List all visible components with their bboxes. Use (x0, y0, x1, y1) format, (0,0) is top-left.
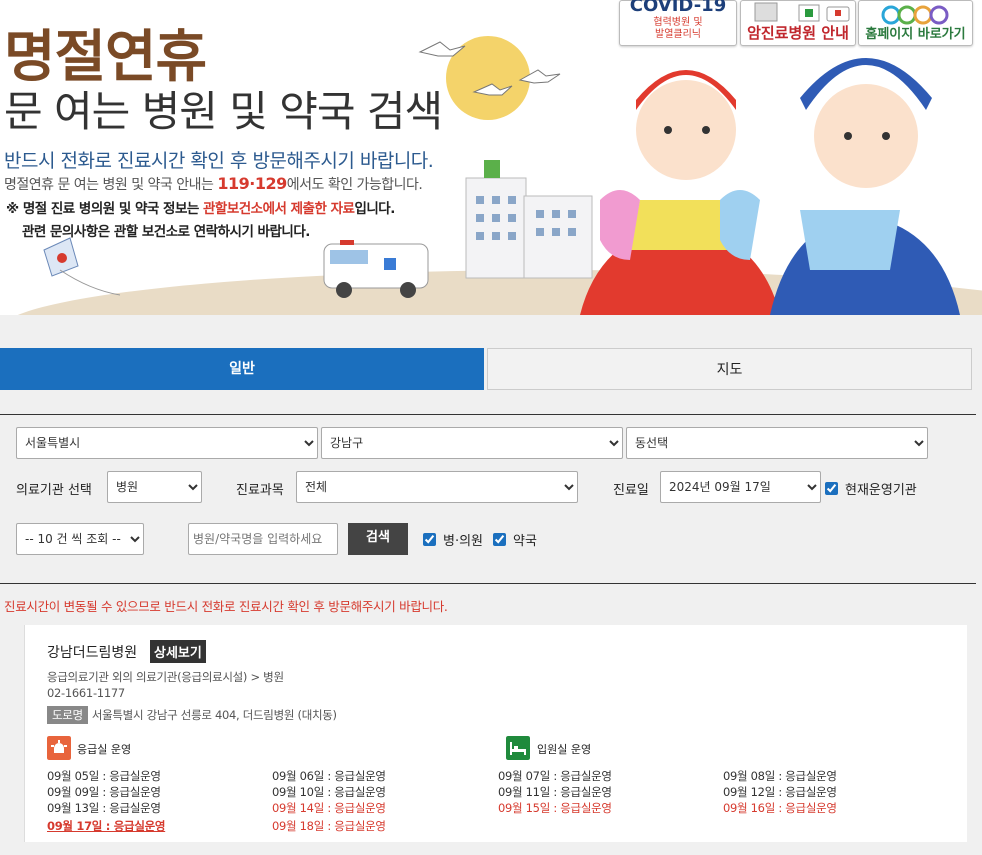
city-select[interactable]: 서울특별시 (16, 427, 318, 459)
ward-bed-icon (506, 736, 530, 760)
schedule-entry: 09월 09일 : 응급실운영 (47, 785, 161, 799)
hours-notice: 진료시간이 변동될 수 있으므로 반드시 전화로 진료시간 확인 후 방문해주시… (4, 599, 448, 614)
date-select[interactable]: 2024년 09월 17일 (660, 471, 821, 503)
banner-source-suffix: 입니다. (354, 201, 395, 217)
covid-link-button[interactable]: COVID-19 협력병원 및 발열클리닉 (619, 0, 737, 46)
banner-subtitle: 문 여는 병원 및 약국 검색 (4, 87, 443, 136)
covid-title: COVID-19 (629, 0, 727, 16)
hospital-check-label: 병·의원 (443, 534, 484, 549)
department-label: 진료과목 (236, 483, 284, 498)
covid-sub-1: 협력병원 및 (653, 17, 703, 28)
road-address-badge: 도로명 (47, 706, 88, 724)
banner-info-prefix: 명절연휴 문 여는 병원 및 약국 안내는 (4, 177, 218, 193)
search-input[interactable] (188, 523, 338, 555)
hospital-address-row: 도로명 서울특별시 강남구 선릉로 404, 더드림병원 (대치동) (47, 706, 337, 724)
schedule-entry: 09월 12일 : 응급실운영 (723, 785, 837, 799)
schedule-entry: 09월 16일 : 응급실운영 (723, 801, 837, 815)
currently-open-label: 현재운영기관 (845, 483, 917, 498)
district-select[interactable]: 강남구 (321, 427, 623, 459)
schedule-entry: 09월 15일 : 응급실운영 (498, 801, 612, 815)
search-mode-tabs: 일반 지도 (0, 348, 972, 390)
currently-open-checkbox[interactable] (825, 482, 838, 495)
homepage-link-button[interactable]: 홈페이지 바로가기 (858, 0, 973, 46)
hospital-checkbox[interactable] (423, 533, 436, 546)
tab-map[interactable]: 지도 (487, 348, 972, 390)
cancer-hospital-button[interactable]: 암진료병원 안내 (740, 0, 856, 46)
covid-sub-2: 발열클리닉 (655, 29, 701, 40)
banner-call-notice: 반드시 전화로 진료시간 확인 후 방문해주시기 바랍니다. (4, 150, 434, 172)
result-card: 강남더드림병원 상세보기 응급의료기관 외의 의료기관(응급의료시설) > 병원… (24, 625, 967, 842)
schedule-entry: 09월 11일 : 응급실운영 (498, 785, 612, 799)
banner-hotline: 119·129 (217, 174, 287, 193)
banner-source-prefix: ※ 명절 진료 병의원 및 약국 정보는 (6, 201, 203, 217)
emergency-room-icon (47, 736, 71, 760)
schedule-entry: 09월 13일 : 응급실운영 (47, 801, 161, 815)
schedule-entry: 09월 07일 : 응급실운영 (498, 769, 612, 783)
banner-info-suffix: 에서도 확인 가능합니다. (286, 177, 423, 193)
pharmacy-checkbox[interactable] (493, 533, 506, 546)
banner-contact-note: 관련 문의사항은 관할 보건소로 연락하시기 바랍니다. (22, 224, 310, 240)
facility-label: 의료기관 선택 (16, 483, 92, 498)
banner-title: 명절연휴 (4, 25, 207, 90)
schedule-entry: 09월 10일 : 응급실운영 (272, 785, 386, 799)
banner-source-highlight: 관할보건소에서 제출한 자료 (202, 201, 355, 217)
banner-source-note: ※ 명절 진료 병의원 및 약국 정보는 관할보건소에서 제출한 자료입니다. (6, 198, 395, 220)
pharmacy-check-label: 약국 (513, 534, 537, 549)
date-label: 진료일 (613, 483, 649, 498)
page-size-select[interactable]: -- 10 건 씩 조회 -- (16, 523, 144, 555)
detail-button[interactable]: 상세보기 (150, 640, 206, 663)
holiday-banner: 명절연휴 문 여는 병원 및 약국 검색 반드시 전화로 진료시간 확인 후 방… (0, 0, 982, 315)
search-filter-panel: 서울특별시 강남구 동선택 의료기관 선택 병원 진료과목 전체 진료일 202… (0, 414, 976, 584)
schedule-entry: 09월 08일 : 응급실운영 (723, 769, 837, 783)
schedule-entry: 09월 17일 : 응급실운영 (47, 819, 166, 833)
dong-select[interactable]: 동선택 (626, 427, 928, 459)
search-button[interactable]: 검색 (348, 523, 408, 555)
schedule-entry: 09월 14일 : 응급실운영 (272, 801, 386, 815)
homepage-label: 홈페이지 바로가기 (865, 27, 966, 42)
hospital-phone: 02-1661-1177 (47, 686, 125, 700)
tab-general[interactable]: 일반 (0, 348, 484, 390)
hospital-category: 응급의료기관 외의 의료기관(응급의료시설) > 병원 (47, 670, 284, 684)
banner-info-line: 명절연휴 문 여는 병원 및 약국 안내는 119·129에서도 확인 가능합니… (4, 174, 423, 194)
schedule-entry: 09월 18일 : 응급실운영 (272, 819, 386, 833)
cancer-hospital-label: 암진료병원 안내 (747, 24, 849, 42)
department-select[interactable]: 전체 (296, 471, 578, 503)
schedule-entry: 09월 05일 : 응급실운영 (47, 769, 161, 783)
service-er-label: 응급실 운영 (77, 743, 132, 756)
hospital-name[interactable]: 강남더드림병원 (47, 642, 137, 662)
facility-select[interactable]: 병원 (107, 471, 202, 503)
hospital-address: 서울특별시 강남구 선릉로 404, 더드림병원 (대치동) (91, 708, 337, 722)
gov-logo-icon (881, 5, 949, 25)
schedule-entry: 09월 06일 : 응급실운영 (272, 769, 386, 783)
service-ward-label: 입원실 운영 (537, 743, 592, 756)
